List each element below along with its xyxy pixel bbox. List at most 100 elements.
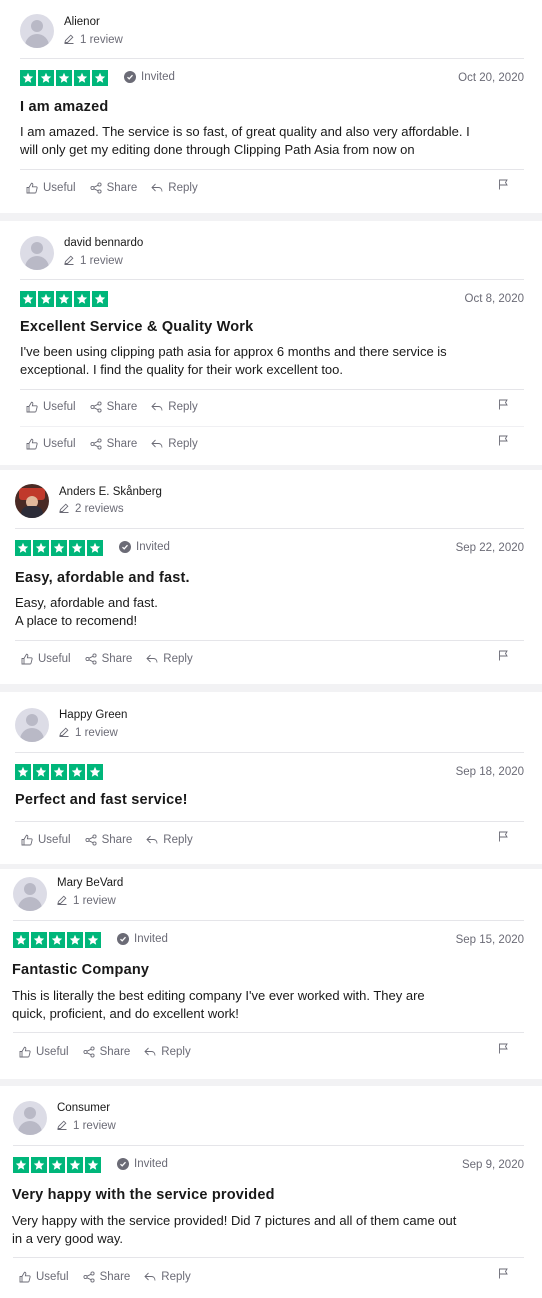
review-actions: Useful Share Reply bbox=[19, 1046, 205, 1058]
star-icon bbox=[51, 764, 67, 780]
divider bbox=[15, 640, 524, 641]
review-date: Sep 15, 2020 bbox=[455, 934, 524, 946]
review-count: 2 reviews bbox=[59, 503, 124, 515]
star-icon bbox=[31, 932, 47, 948]
thumbs-up-icon bbox=[19, 1271, 31, 1283]
useful-button[interactable]: Useful bbox=[26, 401, 76, 413]
reviewer-name[interactable]: Mary BeVard bbox=[57, 877, 123, 889]
star-icon bbox=[51, 540, 67, 556]
review-count-text: 2 reviews bbox=[75, 503, 124, 515]
share-icon bbox=[90, 438, 102, 450]
reply-icon bbox=[144, 1047, 156, 1056]
reply-icon bbox=[146, 835, 158, 844]
useful-label: Useful bbox=[43, 438, 76, 450]
reply-label: Reply bbox=[163, 834, 193, 846]
star-icon bbox=[49, 1157, 65, 1173]
share-icon bbox=[83, 1271, 95, 1283]
review-title[interactable]: Perfect and fast service! bbox=[15, 792, 188, 808]
flag-icon[interactable] bbox=[498, 435, 509, 446]
divider bbox=[15, 528, 524, 529]
share-button[interactable]: Share bbox=[85, 834, 132, 846]
flag-icon[interactable] bbox=[498, 1268, 509, 1279]
review-text: I am amazed. The service is so fast, of … bbox=[20, 123, 530, 158]
useful-button[interactable]: Useful bbox=[19, 1271, 69, 1283]
share-icon bbox=[90, 182, 102, 194]
reply-button[interactable]: Reply bbox=[151, 182, 198, 194]
share-label: Share bbox=[106, 438, 138, 450]
star-icon bbox=[38, 70, 54, 86]
useful-button[interactable]: Useful bbox=[26, 182, 76, 194]
review-text: I've been using clipping path asia for a… bbox=[20, 343, 530, 378]
thumbs-up-icon bbox=[19, 1046, 31, 1058]
star-icon bbox=[13, 932, 29, 948]
useful-button[interactable]: Useful bbox=[19, 1046, 69, 1058]
review-title[interactable]: I am amazed bbox=[20, 99, 108, 115]
divider bbox=[20, 169, 524, 170]
review-count: 1 review bbox=[64, 34, 123, 46]
invited-label: Invited bbox=[134, 1158, 168, 1170]
review-text-line: This is literally the best editing compa… bbox=[12, 988, 425, 1003]
review-title[interactable]: Fantastic Company bbox=[12, 962, 149, 978]
star-icon bbox=[56, 291, 72, 307]
reply-button[interactable]: Reply bbox=[146, 834, 193, 846]
star-icon bbox=[74, 291, 90, 307]
review-text-line: exceptional. I find the quality for thei… bbox=[20, 361, 344, 377]
reviewer-name[interactable]: Anders E. Skånberg bbox=[59, 486, 162, 498]
reply-button[interactable]: Reply bbox=[146, 653, 193, 665]
review-card: Consumer 1 review Invited Sep 9, 2020 Ve… bbox=[0, 1086, 542, 1298]
invited-badge: Invited bbox=[119, 541, 170, 553]
flag-icon[interactable] bbox=[498, 399, 509, 410]
share-button[interactable]: Share bbox=[83, 1271, 130, 1283]
share-button[interactable]: Share bbox=[90, 401, 137, 413]
reviewer-name[interactable]: Alienor bbox=[64, 16, 100, 28]
share-label: Share bbox=[101, 653, 133, 665]
star-rating bbox=[15, 764, 103, 780]
avatar[interactable] bbox=[13, 877, 47, 911]
star-icon bbox=[33, 540, 49, 556]
share-button[interactable]: Share bbox=[85, 653, 133, 665]
useful-button[interactable]: Useful bbox=[21, 653, 71, 665]
star-rating bbox=[20, 291, 108, 307]
reply-button[interactable]: Reply bbox=[144, 1046, 191, 1058]
useful-label: Useful bbox=[43, 182, 76, 194]
avatar[interactable] bbox=[20, 14, 54, 48]
reply-button[interactable]: Reply bbox=[151, 438, 198, 450]
avatar[interactable] bbox=[20, 236, 54, 270]
divider bbox=[13, 1032, 524, 1033]
flag-icon[interactable] bbox=[498, 1043, 509, 1054]
reviewer-name[interactable]: david bennardo bbox=[64, 237, 143, 249]
star-icon bbox=[85, 1157, 101, 1173]
useful-label: Useful bbox=[38, 653, 71, 665]
divider bbox=[20, 426, 524, 427]
review-date: Sep 18, 2020 bbox=[455, 766, 524, 778]
star-icon bbox=[69, 540, 85, 556]
share-button[interactable]: Share bbox=[90, 182, 137, 194]
review-title[interactable]: Excellent Service & Quality Work bbox=[20, 319, 253, 335]
reply-icon bbox=[151, 183, 163, 192]
avatar[interactable] bbox=[15, 708, 49, 742]
useful-button[interactable]: Useful bbox=[21, 834, 71, 846]
share-button[interactable]: Share bbox=[83, 1046, 130, 1058]
review-text-line: Very happy with the service provided! Di… bbox=[12, 1213, 457, 1228]
avatar[interactable] bbox=[13, 1101, 47, 1135]
reply-label: Reply bbox=[168, 401, 198, 413]
reply-button[interactable]: Reply bbox=[144, 1271, 191, 1283]
avatar[interactable] bbox=[15, 484, 49, 518]
invited-label: Invited bbox=[141, 71, 175, 83]
reply-button[interactable]: Reply bbox=[151, 401, 198, 413]
review-title[interactable]: Easy, afordable and fast. bbox=[15, 570, 190, 586]
pencil-icon bbox=[64, 34, 74, 44]
review-count-text: 1 review bbox=[80, 255, 123, 267]
flag-icon[interactable] bbox=[498, 831, 509, 842]
star-icon bbox=[20, 291, 36, 307]
star-rating bbox=[20, 70, 108, 86]
share-button[interactable]: Share bbox=[90, 438, 138, 450]
review-text-line: I've been using clipping path asia for a… bbox=[20, 344, 447, 359]
flag-icon[interactable] bbox=[498, 650, 509, 661]
reviewer-name[interactable]: Consumer bbox=[57, 1102, 110, 1114]
review-title[interactable]: Very happy with the service provided bbox=[12, 1187, 275, 1203]
star-icon bbox=[20, 70, 36, 86]
reviewer-name[interactable]: Happy Green bbox=[59, 709, 127, 721]
flag-icon[interactable] bbox=[498, 179, 509, 190]
useful-button[interactable]: Useful bbox=[26, 438, 76, 450]
